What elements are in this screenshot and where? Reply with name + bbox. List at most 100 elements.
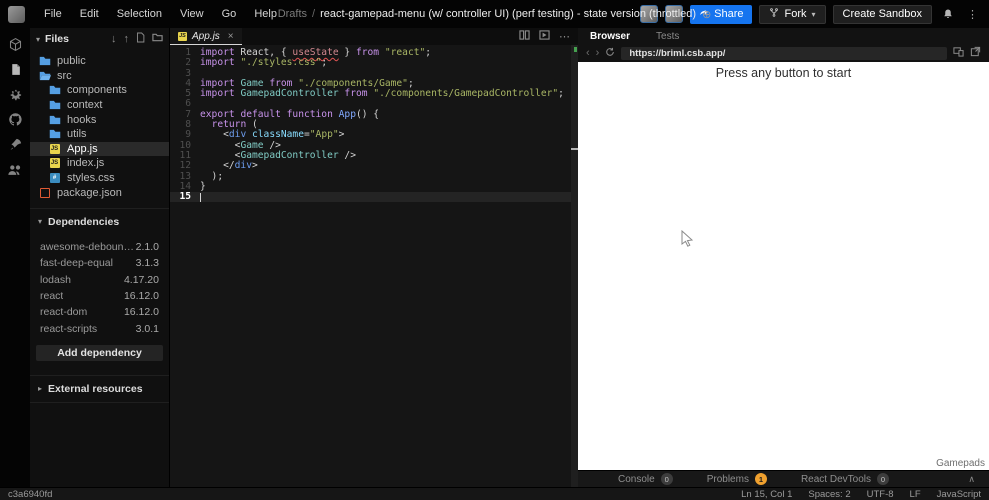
dependency-version: 2.1.0 [135,241,159,254]
split-editor-icon[interactable] [519,30,530,43]
folder-icon [38,70,51,81]
count-badge: 0 [876,473,889,485]
preview-tabs: Browser Tests [578,28,989,44]
top-header: File Edit Selection View Go Help Drafts / rea… [0,0,989,28]
editor-actions: ⋯ [519,28,578,45]
dependency-lodash[interactable]: lodash 4.17.20 [30,272,169,288]
close-tab-icon[interactable]: × [228,31,234,42]
status-javascript[interactable]: JavaScript [937,489,981,500]
external-resources-header[interactable]: ▸ External resources [30,376,169,402]
file-item-styles.css[interactable]: # styles.css [30,171,169,186]
more-actions-icon[interactable]: ⋯ [559,30,570,43]
file-item-src[interactable]: src [30,69,169,84]
file-item-context[interactable]: context [30,98,169,113]
tab-appjs[interactable]: JS App.js × [170,28,242,45]
chevron-down-icon[interactable]: ▾ [811,10,815,19]
menu-edit[interactable]: Edit [71,8,108,20]
file-item-utils[interactable]: utils [30,127,169,142]
status-lf[interactable]: LF [910,489,921,500]
dependency-react-scripts[interactable]: react-scripts 3.0.1 [30,320,169,336]
urlbar-actions [953,46,981,60]
code-line-5[interactable]: 5 import GamepadController from "./compon… [170,88,578,100]
breadcrumb[interactable]: Drafts [278,8,307,20]
file-label: App.js [67,142,98,155]
address-bar[interactable]: https://briml.csb.app/ [621,46,947,60]
console-item-react-devtools[interactable]: React DevTools 0 [801,473,889,485]
json-file-icon [38,187,51,198]
deployment-rocket-icon[interactable] [7,136,23,152]
gamepads-overlay-label: Gamepads [936,458,985,469]
file-item-components[interactable]: components [30,83,169,98]
console-item-label: Console [618,473,655,485]
file-item-app.js[interactable]: JS App.js [30,141,169,157]
files-explorer-icon[interactable] [7,61,23,77]
settings-gear-icon[interactable] [7,86,23,102]
export-download-icon[interactable]: ↓ [111,33,117,45]
dependency-react[interactable]: react 16.12.0 [30,288,169,304]
status-spaces-2[interactable]: Spaces: 2 [808,489,850,500]
refresh-icon[interactable] [605,47,615,60]
fork-button[interactable]: Fork ▾ [759,4,826,24]
app-message: Press any button to start [715,66,852,80]
create-sandbox-button[interactable]: Create Sandbox [832,4,932,24]
new-folder-icon[interactable] [152,33,163,45]
add-dependency-button[interactable]: Add dependency [36,344,163,361]
preview-tab-browser[interactable]: Browser [590,31,630,42]
code-text: import GamepadController from "./compone… [200,88,564,100]
privacy-globe-icon[interactable]: ⊕ [702,8,711,21]
code-line-12[interactable]: 12 </div> [170,160,578,171]
menu-go[interactable]: Go [213,8,246,20]
file-tree: public src components context hooks utils JS Ap… [30,54,169,200]
file-label: package.json [57,186,122,199]
line-number: 15 [179,191,191,203]
user-avatar[interactable] [8,5,25,23]
page-title[interactable]: react-gamepad-menu (w/ controller UI) (p… [320,8,696,20]
code-line-14[interactable]: 14} [170,181,578,192]
console-item-problems[interactable]: Problems 1 [707,473,767,485]
file-item-hooks[interactable]: hooks [30,112,169,127]
expand-console-chevron-icon[interactable]: ∧ [968,474,975,485]
code-line-13[interactable]: 13 ); [170,171,578,182]
collapse-caret-icon[interactable]: ▾ [36,35,40,44]
forward-icon[interactable]: › [596,47,600,59]
js-file-icon: JS [178,31,187,41]
file-item-package.json[interactable]: package.json [30,185,169,200]
project-cube-icon[interactable] [7,36,23,52]
dependencies-header[interactable]: ▾ Dependencies [30,209,169,235]
dependency-react-dom[interactable]: react-dom 16.12.0 [30,304,169,320]
menu-selection[interactable]: Selection [108,8,171,20]
code-area[interactable]: 1 import React, { useState } from "react"… [170,45,578,487]
fork-label: Fork [784,8,807,20]
console-item-console[interactable]: Console 0 [618,473,673,485]
dependency-version: 16.12.0 [123,306,159,319]
file-label: context [67,99,103,112]
open-new-window-icon[interactable] [970,46,981,60]
responsive-mode-icon[interactable] [953,46,964,60]
code-line-2[interactable]: 2 import "./styles.css"; [170,57,578,68]
back-icon[interactable]: ‹ [586,47,590,59]
code-line-15[interactable]: 15 [170,191,578,203]
status-ln-15-col-1[interactable]: Ln 15, Col 1 [741,489,792,500]
menu-file[interactable]: File [35,8,71,20]
dependency-version: 3.1.3 [135,257,159,270]
new-file-icon[interactable] [136,32,145,46]
overview-ok-marker [574,47,577,52]
dependency-awesome-debounce-pro[interactable]: awesome-debounce-pro...2.1.0 [30,239,169,255]
browser-urlbar: ‹ › https://briml.csb.app/ [578,44,989,62]
notifications-bell-icon[interactable] [939,8,957,20]
status-right: Ln 15, Col 1 Spaces: 2 UTF-8 LF JavaScript [741,489,981,500]
file-item-public[interactable]: public [30,54,169,69]
file-item-index.js[interactable]: JS index.js [30,156,169,171]
open-preview-icon[interactable] [539,30,550,43]
dependency-fast-deep-equal[interactable]: fast-deep-equal 3.1.3 [30,255,169,271]
live-collaboration-icon[interactable] [7,161,23,177]
commit-hash[interactable]: c3a6940fd [8,489,52,500]
upload-icon[interactable]: ↑ [124,33,130,45]
menu-view[interactable]: View [171,8,213,20]
preview-tab-tests[interactable]: Tests [656,31,679,42]
github-icon[interactable] [7,111,23,127]
more-options-kebab-icon[interactable]: ⋮ [964,8,981,21]
editor-scrollbar[interactable] [571,45,578,487]
status-utf-8[interactable]: UTF-8 [867,489,894,500]
browser-viewport[interactable]: Press any button to start Gamepads [578,62,989,470]
